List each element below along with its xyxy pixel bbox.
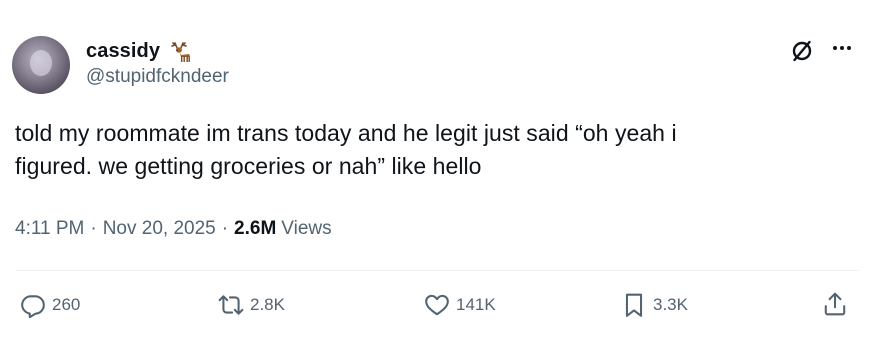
avatar[interactable] bbox=[12, 36, 70, 94]
reply-button[interactable]: 260 bbox=[20, 292, 80, 318]
repost-icon bbox=[218, 295, 244, 315]
like-button[interactable]: 141K bbox=[424, 292, 496, 318]
repost-count: 2.8K bbox=[250, 295, 285, 314]
author-name-row: cassidy bbox=[86, 38, 194, 64]
divider bbox=[15, 270, 859, 271]
reply-count: 260 bbox=[52, 295, 81, 314]
grok-icon[interactable] bbox=[789, 38, 815, 64]
repost-button[interactable]: 2.8K bbox=[218, 292, 285, 318]
bookmark-count: 3.3K bbox=[653, 295, 688, 314]
share-icon bbox=[824, 292, 846, 316]
tweet-time[interactable]: 4:11 PM bbox=[15, 218, 84, 240]
bookmark-button[interactable]: 3.3K bbox=[621, 292, 688, 318]
more-icon[interactable] bbox=[827, 36, 857, 60]
tweet-date[interactable]: Nov 20, 2025 bbox=[103, 218, 216, 240]
like-count: 141K bbox=[456, 295, 496, 314]
bookmark-icon bbox=[625, 293, 643, 317]
reply-icon bbox=[21, 295, 45, 318]
action-bar: 260 2.8K 141K 3.3K bbox=[0, 285, 875, 325]
views-count[interactable]: 2.6M bbox=[234, 218, 276, 240]
tweet-meta: 4:11 PM · Nov 20, 2025 · 2.6M Views bbox=[15, 218, 332, 240]
tweet-text: told my roommate im trans today and he l… bbox=[15, 120, 677, 179]
meta-separator: · bbox=[221, 218, 229, 239]
author-handle[interactable]: @stupidfckndeer bbox=[86, 66, 229, 88]
display-name[interactable]: cassidy bbox=[86, 40, 160, 63]
meta-separator: · bbox=[90, 218, 97, 239]
views-label[interactable]: Views bbox=[281, 218, 331, 240]
heart-icon bbox=[425, 294, 449, 316]
deer-icon bbox=[168, 38, 194, 64]
share-button[interactable] bbox=[822, 291, 848, 317]
